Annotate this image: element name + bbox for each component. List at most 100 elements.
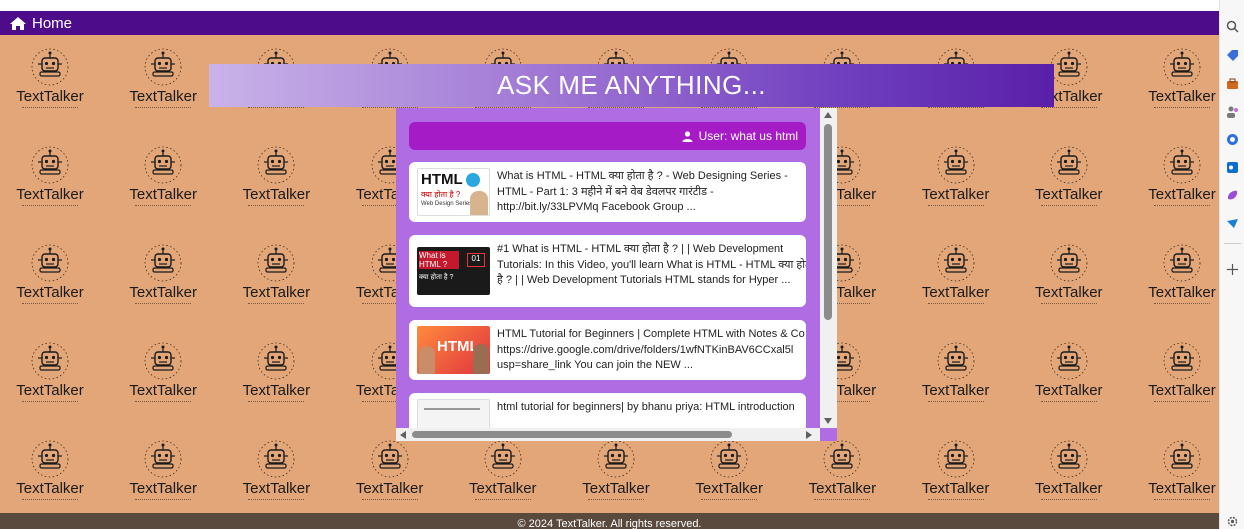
texttalker-logo-tile: TextTalker xyxy=(0,231,113,329)
tagline-rule xyxy=(927,401,984,403)
tagline-rule xyxy=(1154,205,1210,207)
presenter-avatar xyxy=(473,344,489,374)
tagline-rule xyxy=(701,499,758,501)
result-description[interactable]: What is HTML - HTML क्या होता है ? - Web… xyxy=(497,169,806,216)
video-thumbnail[interactable]: HTML xyxy=(417,326,490,374)
chat-panel[interactable]: User: what us html HTML क्या होता है ? W… xyxy=(396,108,837,441)
robot-seal-icon xyxy=(823,440,861,478)
tagline-rule xyxy=(927,303,984,305)
brand-name: TextTalker xyxy=(129,88,197,105)
brand-name: TextTalker xyxy=(242,480,311,497)
robot-seal-icon xyxy=(1050,244,1088,282)
texttalker-logo-tile: TextTalker xyxy=(1132,35,1219,133)
result-card[interactable]: HTML क्या होता है ? Web Design Series Wh… xyxy=(409,162,806,222)
texttalker-logo-tile: TextTalker xyxy=(906,231,1019,329)
tagline-rule xyxy=(22,107,78,109)
result-description[interactable]: HTML Tutorial for Beginners | Complete H… xyxy=(497,327,806,374)
tag-icon[interactable] xyxy=(1225,48,1240,63)
footer: © 2024 TextTalker. All rights reserved. xyxy=(0,513,1219,529)
scroll-left-icon[interactable] xyxy=(400,431,406,439)
user-message-bubble: User: what us html xyxy=(409,122,806,150)
tagline-rule xyxy=(1154,303,1210,305)
brand-name: TextTalker xyxy=(1148,480,1216,497)
brand-name: TextTalker xyxy=(355,480,424,497)
scroll-up-icon[interactable] xyxy=(824,112,832,118)
brand-name: TextTalker xyxy=(16,480,84,497)
thumbnail-title: HTML xyxy=(421,171,463,188)
robot-seal-icon xyxy=(1050,440,1088,478)
vertical-scroll-thumb[interactable] xyxy=(824,124,832,320)
chat-scroll-area[interactable]: User: what us html HTML क्या होता है ? W… xyxy=(396,108,820,428)
tagline-rule xyxy=(22,205,78,207)
result-card[interactable]: html tutorial for beginners| by bhanu pr… xyxy=(409,393,806,428)
texttalker-logo-tile: TextTalker xyxy=(906,329,1019,427)
thumbnail-subtitle: क्या होता है ? xyxy=(419,274,454,281)
texttalker-logo-tile: TextTalker xyxy=(0,427,113,513)
settings-icon[interactable] xyxy=(1225,514,1240,529)
send-icon[interactable] xyxy=(1225,216,1240,231)
brand-name: TextTalker xyxy=(16,88,84,105)
user-message-text: User: what us html xyxy=(698,129,798,143)
texttalker-logo-tile: TextTalker xyxy=(1132,427,1219,513)
brand-name: TextTalker xyxy=(469,480,537,497)
brand-name: TextTalker xyxy=(242,186,311,203)
video-thumbnail[interactable] xyxy=(417,399,490,428)
texttalker-logo-tile: TextTalker xyxy=(906,133,1019,231)
people-icon[interactable] xyxy=(1225,104,1240,119)
robot-seal-icon xyxy=(710,440,748,478)
brand-name: TextTalker xyxy=(808,480,877,497)
result-card[interactable]: HTML HTML Tutorial for Beginners | Compl… xyxy=(409,320,806,380)
globe-icon xyxy=(466,173,480,187)
add-icon[interactable] xyxy=(1225,262,1240,277)
robot-seal-icon xyxy=(257,146,295,184)
horizontal-scrollbar[interactable] xyxy=(396,428,820,441)
home-icon[interactable] xyxy=(10,16,26,30)
vertical-scrollbar[interactable] xyxy=(820,108,837,428)
copilot-icon[interactable] xyxy=(1225,132,1240,147)
home-link[interactable]: Home xyxy=(32,15,72,32)
robot-seal-icon xyxy=(597,440,635,478)
browser-sidebar xyxy=(1219,0,1244,529)
search-icon[interactable] xyxy=(1225,19,1240,34)
sidebar-divider xyxy=(1224,243,1241,244)
robot-seal-icon xyxy=(484,440,522,478)
robot-seal-icon xyxy=(937,440,974,478)
brand-name: TextTalker xyxy=(695,480,763,497)
brand-name: TextTalker xyxy=(16,382,84,399)
texttalker-logo-tile: TextTalker xyxy=(1132,329,1219,427)
result-description[interactable]: html tutorial for beginners| by bhanu pr… xyxy=(497,400,806,416)
tagline-rule xyxy=(927,499,984,501)
scroll-right-icon[interactable] xyxy=(806,431,812,439)
tagline-rule xyxy=(1040,499,1097,501)
tagline-rule xyxy=(474,499,531,501)
brand-name: TextTalker xyxy=(16,284,84,301)
tagline-rule xyxy=(1040,401,1097,403)
brand-name: TextTalker xyxy=(921,480,990,497)
games-icon[interactable] xyxy=(1225,188,1240,203)
tagline-rule xyxy=(927,107,984,109)
tagline-rule xyxy=(135,107,192,109)
tagline-rule xyxy=(1040,303,1097,305)
briefcase-icon[interactable] xyxy=(1225,76,1240,91)
texttalker-logo-tile: TextTalker xyxy=(1019,427,1132,513)
brand-name: TextTalker xyxy=(582,480,650,497)
tagline-rule xyxy=(1154,499,1210,501)
ask-banner: ASK ME ANYTHING... xyxy=(209,64,1054,107)
robot-seal-icon xyxy=(1050,146,1088,184)
home-bar[interactable]: Home xyxy=(0,11,1219,35)
video-thumbnail[interactable]: What is HTML ? क्या होता है ? 01 xyxy=(417,247,490,295)
thumbnail-caption: Web Design Series xyxy=(421,201,473,207)
tagline-rule xyxy=(135,401,192,403)
horizontal-scroll-thumb[interactable] xyxy=(412,431,732,438)
tagline-rule xyxy=(1154,401,1210,403)
scroll-down-icon[interactable] xyxy=(824,418,832,424)
brand-name: TextTalker xyxy=(129,284,197,301)
robot-seal-icon xyxy=(1163,440,1201,478)
outlook-icon[interactable] xyxy=(1225,160,1240,175)
video-thumbnail[interactable]: HTML क्या होता है ? Web Design Series xyxy=(417,168,490,216)
result-description[interactable]: #1 What is HTML - HTML क्या होता है ? | … xyxy=(497,242,806,289)
brand-name: TextTalker xyxy=(1148,382,1216,399)
result-card[interactable]: What is HTML ? क्या होता है ? 01 #1 What… xyxy=(409,235,806,307)
robot-seal-icon xyxy=(1050,48,1088,86)
whiteboard-line xyxy=(424,408,480,410)
